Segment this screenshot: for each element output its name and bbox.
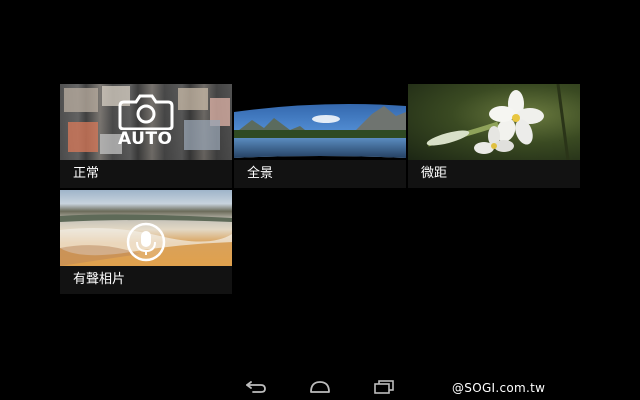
mode-label-sound-photo: 有聲相片	[73, 272, 126, 287]
mode-tile-macro[interactable]: 微距	[408, 84, 580, 188]
mode-label-normal: 正常	[73, 166, 100, 181]
mode-label-panorama: 全景	[247, 166, 274, 181]
label-bar: 有聲相片	[60, 266, 232, 294]
flower-image	[426, 84, 570, 161]
label-bar: 正常	[60, 160, 232, 188]
microphone-icon	[126, 222, 166, 262]
panorama-mode-thumbnail	[234, 84, 406, 160]
macro-mode-thumbnail	[408, 84, 580, 161]
label-bar: 全景	[234, 160, 406, 188]
watermark: @SOGI.com.tw	[452, 381, 546, 395]
camera-icon	[118, 94, 174, 130]
camera-mode-screen: AUTO 正常 全景 微距 有聲相片 @SOGI.com.tw	[0, 0, 640, 400]
mode-tile-panorama[interactable]: 全景	[234, 84, 406, 188]
panorama-image	[234, 104, 406, 158]
normal-mode-thumbnail: AUTO	[60, 84, 232, 160]
mode-label-macro: 微距	[421, 166, 448, 181]
auto-label: AUTO	[118, 129, 173, 149]
home-icon[interactable]	[309, 379, 331, 395]
mode-tile-normal[interactable]: AUTO 正常	[60, 84, 232, 188]
back-icon[interactable]	[245, 379, 267, 395]
mode-tile-sound-photo[interactable]: 有聲相片	[60, 190, 232, 294]
recent-apps-icon[interactable]	[373, 379, 395, 395]
label-bar: 微距	[408, 160, 580, 188]
sound-photo-mode-thumbnail	[60, 190, 232, 266]
